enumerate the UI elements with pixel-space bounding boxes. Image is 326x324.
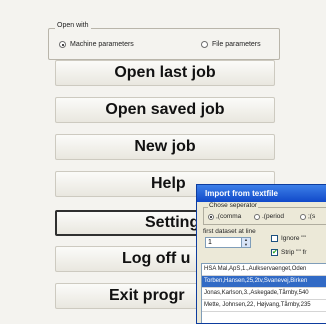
open-with-group: Open with Machine parameters File parame…: [48, 22, 280, 60]
separator-period-option[interactable]: .(period: [254, 213, 284, 220]
separator-period-radio[interactable]: [254, 213, 260, 220]
spinner-arrows-icon[interactable]: ▲ ▼: [241, 237, 250, 247]
new-job-button[interactable]: New job: [55, 134, 275, 160]
import-from-textfile-dialog: Import from textfile Chose seperator ,(c…: [196, 184, 326, 324]
exit-program-button-label: Exit progr: [109, 287, 185, 304]
separator-semicolon-label: ;(s: [308, 213, 316, 220]
strip-checkbox-box[interactable]: ✔: [271, 249, 278, 256]
separator-period-label: .(period: [262, 213, 285, 220]
first-dataset-spinner[interactable]: 1 ▲ ▼: [205, 237, 251, 248]
separator-comma-option[interactable]: ,(comma: [208, 213, 241, 220]
separator-comma-label: ,(comma: [216, 213, 242, 220]
separator-group: Chose seperator ,(comma .(period ;(s: [203, 202, 326, 225]
first-dataset-value: 1: [208, 239, 212, 246]
open-saved-job-button[interactable]: Open saved job: [55, 97, 275, 123]
list-item[interactable]: Torben,Hansen,25,2tv,Svanevej,Birken: [202, 276, 326, 288]
settings-button-label: Setting: [145, 214, 200, 231]
ignore-checkbox-box[interactable]: [271, 235, 278, 242]
file-parameters-label: File parameters: [212, 41, 261, 48]
machine-parameters-radio[interactable]: [59, 41, 66, 48]
ignore-quotes-checkbox[interactable]: Ignore "": [271, 235, 306, 242]
strip-quotes-checkbox[interactable]: ✔ Strip "" fr: [271, 249, 307, 256]
list-item[interactable]: HSA Mal,ApS,1.,Aulkservaenget,Oden: [202, 264, 326, 276]
help-button-label: Help: [151, 175, 186, 192]
strip-checkbox-label: Strip "" fr: [281, 249, 307, 256]
list-item[interactable]: Jonas,Karlson,3.,Askegade,Tårnby,540: [202, 288, 326, 300]
open-last-job-button[interactable]: Open last job: [55, 60, 275, 86]
ignore-checkbox-label: Ignore "": [281, 235, 306, 242]
machine-parameters-option[interactable]: Machine parameters: [59, 41, 134, 48]
log-off-button-label: Log off u: [122, 250, 191, 267]
first-dataset-label: first dataset at line: [203, 228, 256, 235]
separator-semicolon-option[interactable]: ;(s: [300, 213, 315, 220]
open-with-title: Open with: [55, 22, 91, 29]
file-parameters-radio[interactable]: [201, 41, 208, 48]
separator-comma-radio[interactable]: [208, 213, 214, 220]
file-parameters-option[interactable]: File parameters: [201, 41, 261, 48]
dialog-title: Import from textfile: [197, 185, 326, 202]
list-item[interactable]: Mette, Johnsen,22, Højvang,Tårnby,235: [202, 300, 326, 312]
separator-semicolon-radio[interactable]: [300, 213, 306, 220]
machine-parameters-label: Machine parameters: [70, 41, 134, 48]
separator-group-title: Chose seperator: [208, 202, 259, 209]
